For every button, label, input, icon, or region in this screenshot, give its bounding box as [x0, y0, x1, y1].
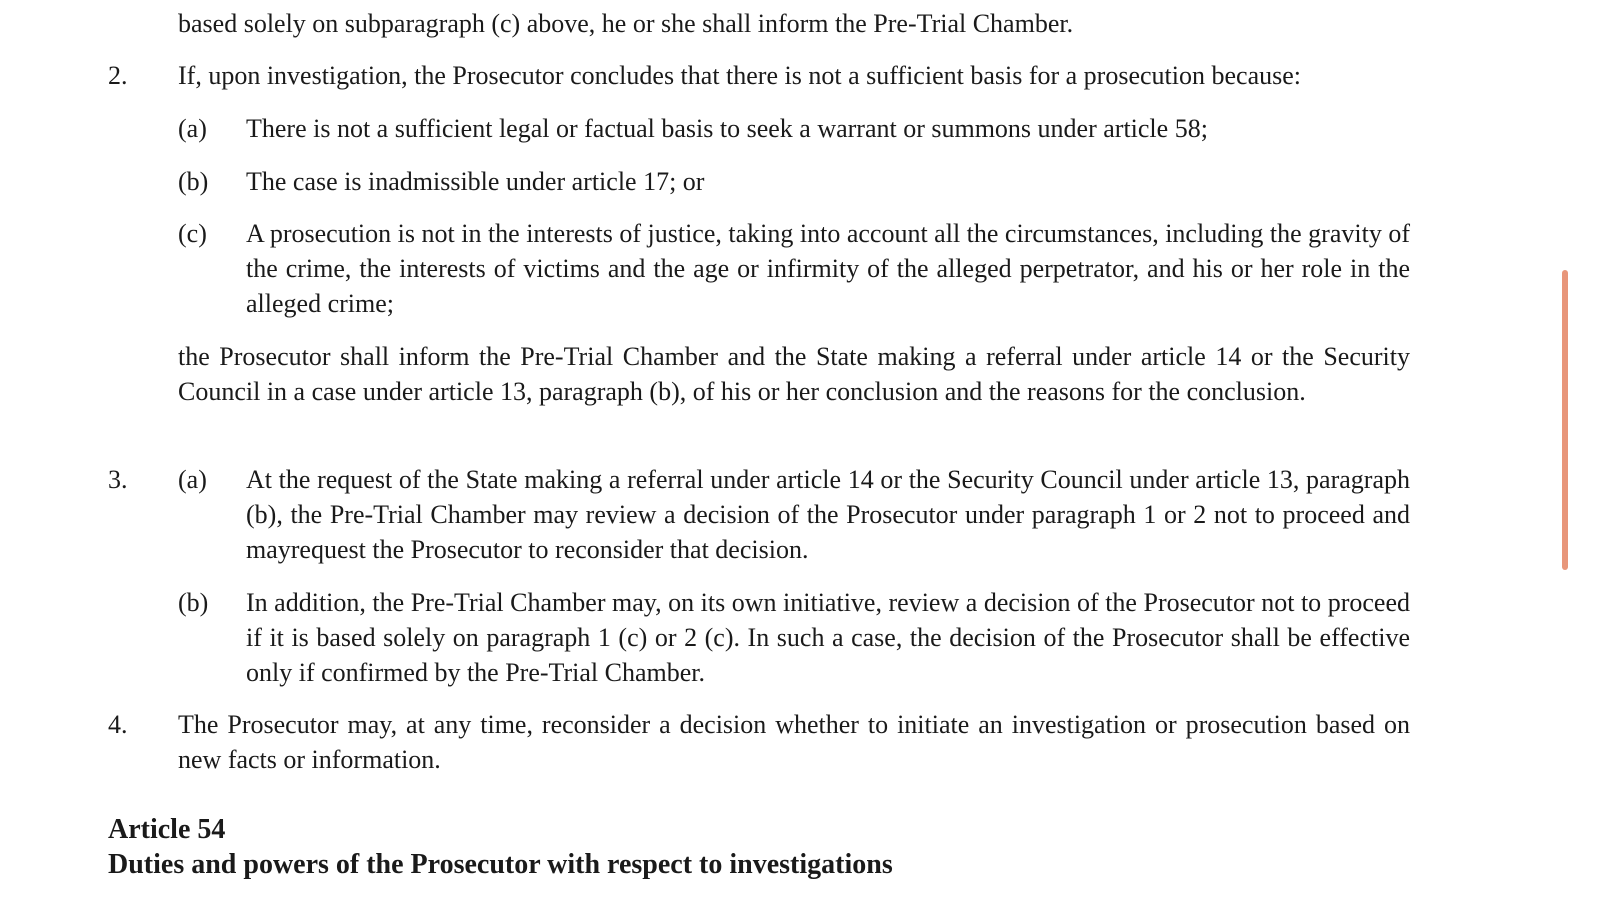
- item-text-3b: In addition, the Pre-Trial Chamber may, …: [246, 588, 1410, 687]
- item-label-2b: (b): [178, 167, 209, 196]
- item-text-2a: There is not a sufficient legal or factu…: [246, 114, 1208, 143]
- paragraph-number-3: 3.: [108, 465, 128, 494]
- paragraph-number-2: 2.: [108, 61, 128, 90]
- document-page: based solely on subparagraph (c) above, …: [0, 0, 1600, 900]
- item-label-2c: (c): [178, 219, 207, 248]
- item-text-2b: The case is inadmissible under article 1…: [246, 167, 705, 196]
- item-label-3b: (b): [178, 588, 209, 617]
- paragraph-4-text: The Prosecutor may, at any time, reconsi…: [178, 710, 1410, 774]
- article-number-heading: Article 54: [108, 814, 226, 845]
- top-continuation-text: based solely on subparagraph (c) above, …: [178, 9, 1074, 38]
- item-text-3a: At the request of the State making a ref…: [246, 465, 1410, 564]
- item-label-3a: (a): [178, 465, 207, 494]
- scroll-position-indicator[interactable]: [1562, 270, 1568, 570]
- paragraph-number-4: 4.: [108, 710, 128, 739]
- item-label-2a: (a): [178, 114, 207, 143]
- article-title-heading: Duties and powers of the Prosecutor with…: [108, 849, 893, 880]
- item-text-2c: A prosecution is not in the interests of…: [246, 219, 1410, 318]
- paragraph-2-conclusion: the Prosecutor shall inform the Pre-Tria…: [178, 342, 1410, 406]
- paragraph-2-intro: If, upon investigation, the Prosecutor c…: [178, 61, 1301, 90]
